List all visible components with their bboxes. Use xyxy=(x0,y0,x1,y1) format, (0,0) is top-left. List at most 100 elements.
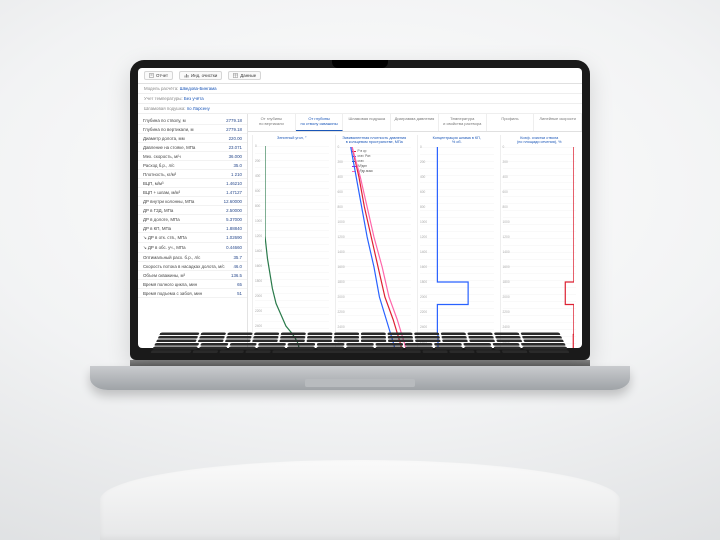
keyboard xyxy=(90,366,630,390)
chart-title: Коэф. очистки ствола(по площади сечения)… xyxy=(503,135,577,148)
param-key: ДР внутри колонны, МПа xyxy=(143,199,194,204)
param-key: ↘ ДР в обс. уч., МПа xyxy=(143,245,186,251)
cushion-value[interactable]: по Ларсену xyxy=(187,106,210,111)
chart-tabs: От глубиныпо вертикалиОт глубиныпо ствол… xyxy=(248,114,582,132)
param-key: ВЦП + шлам, м/м³ xyxy=(143,190,180,195)
chart-panel-3: Коэф. очистки ствола(по площади сечения)… xyxy=(500,135,579,348)
param-value: 65 xyxy=(237,282,242,287)
model-value[interactable]: Шведова-Бингама xyxy=(180,86,217,91)
bar-chart-icon xyxy=(184,73,189,78)
settings-row-2: Учет температуры: Без учёта xyxy=(138,94,582,104)
param-key: Объем скважины, м³ xyxy=(143,273,185,278)
toolbar: Отчет Инд. очистки Данные xyxy=(138,68,582,84)
param-value: 1.88840 xyxy=(226,226,242,231)
param-value: 23.071 xyxy=(229,145,242,150)
tab-1[interactable]: От глубиныпо стволу скважины xyxy=(296,114,344,131)
param-row: Объем скважины, м³ 136.5 xyxy=(138,271,247,280)
param-row: Время подъема с забоя, мин 51 xyxy=(138,289,247,298)
param-value: 220.00 xyxy=(229,136,242,141)
param-value: 35.7 xyxy=(233,255,242,260)
chart-panel-2: Концентрация шлама в КП,% об.02004006008… xyxy=(417,135,496,348)
ind-label: Инд. очистки xyxy=(191,73,217,78)
ind-cleanup-button[interactable]: Инд. очистки xyxy=(179,71,222,80)
chart-panel-0: Зенитный угол, °020040060080010001200140… xyxy=(252,135,331,348)
param-value: 12.60000 xyxy=(224,199,242,204)
param-key: Мех. скорость, м/ч xyxy=(143,154,181,159)
param-key: ДР в ГЗД, МПа xyxy=(143,208,173,213)
chart-plot[interactable]: 0200400600800100012001400160018002000220… xyxy=(503,147,577,348)
param-key: Давление на стояке, МПа xyxy=(143,145,195,150)
tab-4[interactable]: Температураи свойства раствора xyxy=(439,114,487,131)
param-row: ДР в долоте, МПа 5.37000 xyxy=(138,215,247,224)
param-value: 35.0 xyxy=(233,163,242,168)
param-value: 2.50000 xyxy=(226,208,242,213)
param-value: 1 210 xyxy=(231,172,242,177)
param-key: Время подъема с забоя, мин xyxy=(143,291,202,296)
tab-2[interactable]: Шламовая подушка xyxy=(343,114,391,131)
param-key: Глубина по стволу, м xyxy=(143,118,186,123)
data-button[interactable]: Данные xyxy=(228,71,261,80)
tab-6[interactable]: Линейные скорости xyxy=(534,114,582,131)
param-value: 1.02690 xyxy=(226,235,242,241)
param-row: Мех. скорость, м/ч 36.000 xyxy=(138,152,247,161)
param-row: Оптимальный расх. б.р., л/с 35.7 xyxy=(138,253,247,262)
param-row: ↘ ДР в обс. уч., МПа 0.44660 xyxy=(138,243,247,253)
param-row: Время полного цикла, мин 65 xyxy=(138,280,247,289)
report-button[interactable]: Отчет xyxy=(144,71,173,80)
param-row: ДР в ГЗД, МПа 2.50000 xyxy=(138,206,247,215)
param-key: ДР в КП, МПа xyxy=(143,226,171,231)
temp-label: Учет температуры: xyxy=(144,96,183,101)
param-row: Скорость потока в насадках долота, м/с 46… xyxy=(138,262,247,271)
charts-area: Зенитный угол, °020040060080010001200140… xyxy=(248,132,582,348)
param-value: 36.000 xyxy=(229,154,242,159)
param-row: ДР в КП, МПа 1.88840 xyxy=(138,224,247,233)
param-key: Скорость потока в насадках долота, м/с xyxy=(143,264,225,269)
param-key: ВЦП, м/м³ xyxy=(143,181,164,186)
tab-3[interactable]: Диаграмма давления xyxy=(391,114,439,131)
param-value: 2779.18 xyxy=(226,127,242,132)
param-value: 5.37000 xyxy=(226,217,242,222)
param-row: Плотность, кг/м³ 1 210 xyxy=(138,170,247,179)
param-key: Диаметр долота, мм xyxy=(143,136,185,141)
param-value: 2779.18 xyxy=(226,118,242,123)
document-icon xyxy=(149,73,154,78)
chart-title: Эквивалентная плотность давленияв кольце… xyxy=(338,135,412,148)
param-row: ↘ ДР в отк. ств., МПа 1.02690 xyxy=(138,233,247,243)
temp-value[interactable]: Без учёта xyxy=(184,96,204,101)
param-value: 136.5 xyxy=(231,273,242,278)
param-row: Диаметр долота, мм 220.00 xyxy=(138,134,247,143)
chart-title: Зенитный угол, ° xyxy=(255,135,329,146)
settings-row-3: Шламовая подушка: по Ларсену xyxy=(138,104,582,114)
cushion-label: Шламовая подушка: xyxy=(144,106,186,111)
param-row: Расход б.р., л/с 35.0 xyxy=(138,161,247,170)
param-value: 46.0 xyxy=(233,264,242,269)
param-value: 51 xyxy=(237,291,242,296)
param-key: Расход б.р., л/с xyxy=(143,163,175,168)
param-key: Плотность, кг/м³ xyxy=(143,172,176,177)
table-icon xyxy=(233,73,238,78)
chart-plot[interactable]: 0200400600800100012001400160018002000220… xyxy=(338,147,412,348)
model-label: Модель расчёта: xyxy=(144,86,178,91)
param-row: Давление на стояке, МПа 23.071 xyxy=(138,143,247,152)
param-row: ДР внутри колонны, МПа 12.60000 xyxy=(138,197,247,206)
param-key: Оптимальный расх. б.р., л/с xyxy=(143,255,200,260)
param-value: 1.47127 xyxy=(226,190,242,195)
tab-5[interactable]: Профиль xyxy=(487,114,535,131)
tab-0[interactable]: От глубиныпо вертикали xyxy=(248,114,296,131)
chart-plot[interactable]: 0200400600800100012001400160018002000220… xyxy=(420,147,494,348)
chart-title: Концентрация шлама в КП,% об. xyxy=(420,135,494,148)
chart-panel-1: Эквивалентная плотность давленияв кольце… xyxy=(335,135,414,348)
data-label: Данные xyxy=(240,73,256,78)
param-value: 1.46210 xyxy=(226,181,242,186)
param-value: 0.44660 xyxy=(226,245,242,251)
parameters-sidebar: Глубина по стволу, м 2779.18 Глубина по ве… xyxy=(138,114,248,348)
param-key: Время полного цикла, мин xyxy=(143,282,197,287)
param-row: ВЦП + шлам, м/м³ 1.47127 xyxy=(138,188,247,197)
param-key: ДР в долоте, МПа xyxy=(143,217,180,222)
chart-plot[interactable]: 0200400600800100012001400160018002000220… xyxy=(255,146,329,348)
param-key: ↘ ДР в отк. ств., МПа xyxy=(143,235,187,241)
trackpad xyxy=(305,379,415,387)
report-label: Отчет xyxy=(156,73,168,78)
settings-row: Модель расчёта: Шведова-Бингама xyxy=(138,84,582,94)
param-key: Глубина по вертикали, м xyxy=(143,127,194,132)
